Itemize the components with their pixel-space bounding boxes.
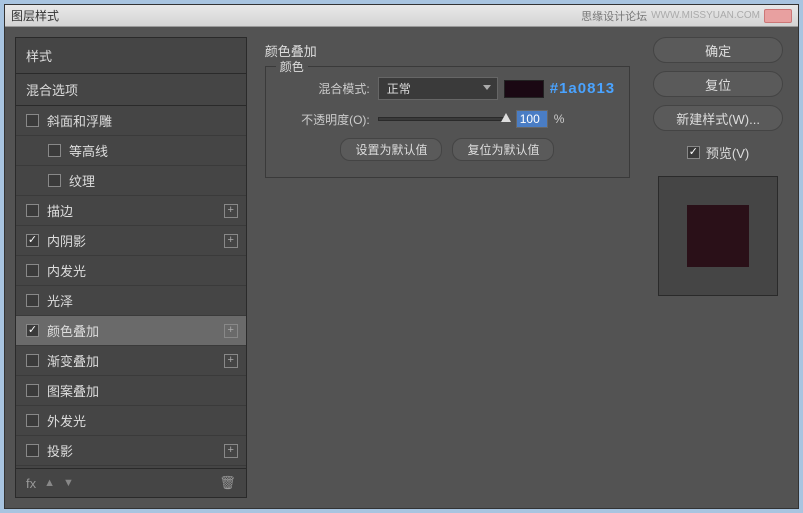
- blend-mode-select[interactable]: 正常: [378, 77, 498, 100]
- panel-title: 颜色叠加: [265, 41, 630, 60]
- ok-button[interactable]: 确定: [653, 37, 783, 63]
- plus-icon[interactable]: +: [224, 354, 238, 368]
- watermark-text: 思缘设计论坛: [581, 8, 647, 24]
- preview-checkbox[interactable]: [687, 146, 700, 159]
- style-item-7[interactable]: 颜色叠加 +: [16, 316, 246, 346]
- sidebar-footer: fx ▲ ▼ 🗑: [16, 468, 246, 497]
- style-checkbox[interactable]: [26, 264, 39, 277]
- opacity-label: 不透明度(O):: [280, 111, 370, 128]
- style-item-8[interactable]: 渐变叠加 +: [16, 346, 246, 376]
- main-panel: 颜色叠加 颜色 混合模式: 正常 #1a0813 不透明度(O): 100 % …: [255, 37, 640, 498]
- color-fieldset: 颜色 混合模式: 正常 #1a0813 不透明度(O): 100 % 设置为默认…: [265, 66, 630, 178]
- new-style-button[interactable]: 新建样式(W)...: [653, 105, 783, 131]
- style-label: 内发光: [47, 261, 86, 280]
- style-checkbox[interactable]: [26, 414, 39, 427]
- style-label: 光泽: [47, 291, 73, 310]
- trash-icon[interactable]: 🗑: [219, 475, 236, 491]
- style-item-2[interactable]: 纹理: [16, 166, 246, 196]
- style-checkbox[interactable]: [26, 204, 39, 217]
- plus-icon[interactable]: +: [224, 234, 238, 248]
- fx-menu[interactable]: fx: [26, 476, 36, 491]
- plus-icon[interactable]: +: [224, 324, 238, 338]
- style-item-3[interactable]: 描边 +: [16, 196, 246, 226]
- reset-button[interactable]: 复位: [653, 71, 783, 97]
- preview-swatch: [687, 205, 749, 267]
- style-label: 颜色叠加: [47, 321, 99, 340]
- style-label: 纹理: [69, 171, 95, 190]
- window-title: 图层样式: [11, 7, 59, 24]
- style-label: 图案叠加: [47, 381, 99, 400]
- opacity-input[interactable]: 100: [516, 110, 548, 128]
- style-item-9[interactable]: 图案叠加: [16, 376, 246, 406]
- style-item-11[interactable]: 投影 +: [16, 436, 246, 466]
- style-label: 外发光: [47, 411, 86, 430]
- style-item-0[interactable]: 斜面和浮雕: [16, 106, 246, 136]
- style-label: 投影: [47, 441, 73, 460]
- close-button[interactable]: [764, 9, 792, 23]
- blend-mode-label: 混合模式:: [280, 80, 370, 97]
- plus-icon[interactable]: +: [224, 444, 238, 458]
- style-label: 渐变叠加: [47, 351, 99, 370]
- plus-icon[interactable]: +: [224, 204, 238, 218]
- opacity-slider[interactable]: [378, 117, 508, 121]
- style-item-1[interactable]: 等高线: [16, 136, 246, 166]
- style-checkbox[interactable]: [26, 324, 39, 337]
- style-checkbox[interactable]: [26, 354, 39, 367]
- color-swatch[interactable]: [504, 80, 544, 98]
- make-default-button[interactable]: 设置为默认值: [340, 138, 442, 161]
- style-checkbox[interactable]: [26, 294, 39, 307]
- style-item-4[interactable]: 内阴影 +: [16, 226, 246, 256]
- style-label: 斜面和浮雕: [47, 111, 112, 130]
- move-up-icon[interactable]: ▲: [44, 477, 55, 489]
- style-label: 等高线: [69, 141, 108, 160]
- style-item-6[interactable]: 光泽: [16, 286, 246, 316]
- style-checkbox[interactable]: [26, 234, 39, 247]
- preview-toggle[interactable]: 预览(V): [687, 143, 749, 162]
- slider-thumb-icon[interactable]: [501, 113, 511, 122]
- titlebar: 图层样式 思缘设计论坛 WWW.MISSYUAN.COM: [5, 5, 798, 27]
- fieldset-legend: 颜色: [276, 58, 308, 75]
- style-label: 内阴影: [47, 231, 86, 250]
- opacity-unit: %: [554, 112, 565, 126]
- style-checkbox[interactable]: [26, 444, 39, 457]
- style-item-5[interactable]: 内发光: [16, 256, 246, 286]
- style-checkbox[interactable]: [48, 144, 61, 157]
- style-item-10[interactable]: 外发光: [16, 406, 246, 436]
- right-panel: 确定 复位 新建样式(W)... 预览(V): [648, 37, 788, 498]
- watermark-url: WWW.MISSYUAN.COM: [651, 10, 760, 21]
- reset-default-button[interactable]: 复位为默认值: [452, 138, 554, 161]
- sidebar-styles-header[interactable]: 样式: [16, 38, 246, 74]
- styles-sidebar: 样式 混合选项 斜面和浮雕等高线纹理描边 + 内阴影 + 内发光光泽颜色叠加 + 渐变叠加 +…: [15, 37, 247, 498]
- style-checkbox[interactable]: [48, 174, 61, 187]
- style-checkbox[interactable]: [26, 114, 39, 127]
- hex-value: #1a0813: [550, 80, 615, 97]
- sidebar-blending-header[interactable]: 混合选项: [16, 74, 246, 106]
- move-down-icon[interactable]: ▼: [63, 477, 74, 489]
- style-label: 描边: [47, 201, 73, 220]
- preview-label: 预览(V): [706, 143, 749, 162]
- preview-box: [658, 176, 778, 296]
- style-checkbox[interactable]: [26, 384, 39, 397]
